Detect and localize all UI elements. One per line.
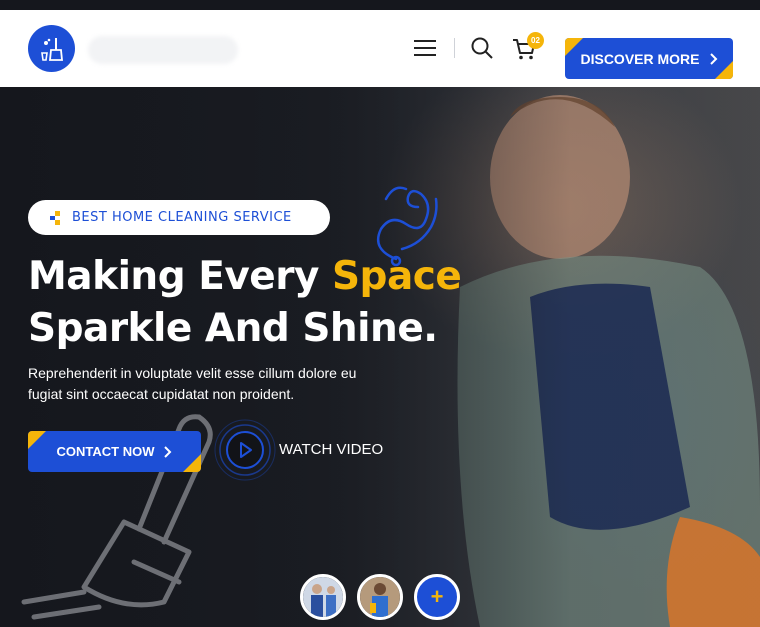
avatar-image xyxy=(357,574,403,620)
avatar-group: + xyxy=(300,574,470,622)
contact-now-label: CONTACT NOW xyxy=(56,444,155,459)
discover-more-label: DISCOVER MORE xyxy=(580,50,700,67)
play-video-button[interactable] xyxy=(214,419,276,481)
play-icon xyxy=(214,419,276,481)
hero-description: Reprehenderit in voluptate velit esse ci… xyxy=(28,365,357,402)
header-divider xyxy=(454,38,455,58)
site-header: 02 DISCOVER MORE xyxy=(0,10,760,87)
chevron-right-icon xyxy=(164,445,172,458)
logo-icon[interactable] xyxy=(28,25,75,72)
service-tag-text: BEST HOME CLEANING SERVICE xyxy=(72,210,292,225)
menu-icon[interactable] xyxy=(414,40,436,56)
top-strip xyxy=(0,0,760,10)
service-tag: BEST HOME CLEANING SERVICE xyxy=(28,200,330,235)
hero-title: Making Every Space Sparkle And Shine. xyxy=(28,251,462,355)
hero-section: BEST HOME CLEANING SERVICE Making Every … xyxy=(0,87,760,627)
contact-now-button[interactable]: CONTACT NOW xyxy=(28,431,201,472)
site-name-placeholder xyxy=(88,36,238,64)
watch-video-label[interactable]: WATCH VIDEO xyxy=(279,441,383,458)
discover-more-button[interactable]: DISCOVER MORE xyxy=(565,38,733,79)
cart-count-badge: 02 xyxy=(527,32,544,49)
search-icon[interactable] xyxy=(470,36,494,60)
avatar-image xyxy=(300,574,346,620)
title-line2: Sparkle And Shine. xyxy=(28,306,438,351)
tag-squares-icon xyxy=(50,210,60,225)
title-accent-word: Space xyxy=(331,254,462,299)
add-more-button[interactable]: + xyxy=(414,574,460,620)
title-line1-prefix: Making Every xyxy=(28,254,332,299)
